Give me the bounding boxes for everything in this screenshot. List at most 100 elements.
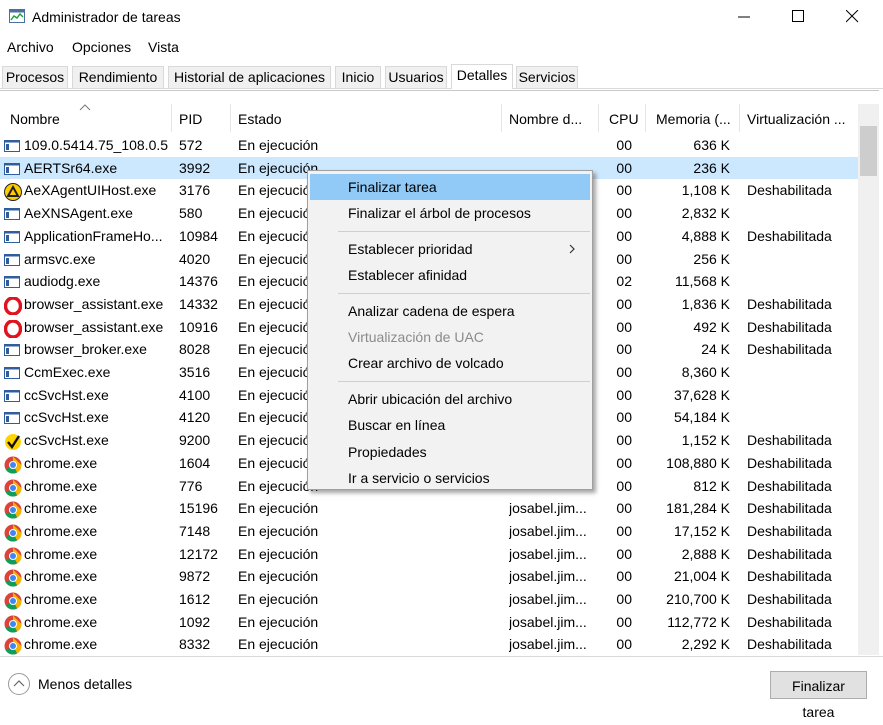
opera-icon — [3, 318, 23, 339]
window-icon — [4, 388, 20, 404]
context-menu-item[interactable]: Establecer prioridad — [310, 236, 590, 262]
context-menu-item[interactable]: Crear archivo de volcado — [310, 350, 590, 376]
cell-estado: En ejecución — [238, 500, 319, 517]
cell-memoria: 492 K — [693, 318, 730, 335]
col-header-pid[interactable]: PID — [179, 104, 229, 132]
cell-nombre: chrome.exe — [24, 477, 98, 494]
cell-cpu: 00 — [616, 318, 632, 335]
maximize-icon — [792, 10, 804, 22]
maximize-button[interactable] — [772, 0, 826, 34]
menu-vista[interactable]: Vista — [148, 39, 179, 55]
window-title: Administrador de tareas — [32, 9, 181, 25]
cell-cpu: 00 — [616, 636, 632, 653]
scrollbar-thumb[interactable] — [860, 126, 877, 176]
cell-pid: 1612 — [179, 591, 211, 607]
context-menu-item[interactable]: Establecer afinidad — [310, 262, 590, 288]
cell-pid: 3516 — [179, 364, 211, 380]
table-row[interactable]: chrome.exe 7148 En ejecución josabel.jim...… — [0, 520, 858, 543]
table-row[interactable]: chrome.exe 15196 En ejecución josabel.jim..… — [0, 497, 858, 520]
cell-virtualizacion: Deshabilitada — [747, 432, 832, 449]
window-icon — [4, 206, 20, 222]
cell-memoria: 54,184 K — [673, 409, 730, 426]
cell-usuario: josabel.jim... — [509, 522, 587, 539]
cell-pid: 8028 — [179, 341, 211, 358]
cell-memoria: 1,108 K — [681, 182, 730, 199]
cell-nombre: chrome.exe — [24, 500, 98, 517]
column-divider[interactable] — [501, 104, 502, 132]
column-divider[interactable] — [645, 104, 646, 132]
cell-nombre: chrome.exe — [24, 545, 98, 562]
column-divider[interactable] — [230, 104, 231, 132]
table-row[interactable]: chrome.exe 1092 En ejecución josabel.jim...… — [0, 611, 858, 634]
context-menu-item[interactable]: Analizar cadena de espera — [310, 298, 590, 324]
less-details-link[interactable]: Menos detalles — [38, 676, 132, 692]
cell-memoria: 1,836 K — [681, 295, 730, 312]
col-header-cpu[interactable]: CPU — [609, 104, 644, 132]
cell-nombre: armsvc.exe — [24, 250, 96, 267]
altiris-agent-icon — [4, 183, 22, 202]
context-menu-item[interactable]: Finalizar tarea — [310, 174, 590, 200]
vertical-scrollbar[interactable] — [858, 104, 879, 655]
cell-pid: 1092 — [179, 613, 211, 630]
tab-procesos[interactable]: Procesos — [2, 66, 68, 88]
column-divider[interactable] — [598, 104, 599, 132]
cell-virtualizacion: Deshabilitada — [747, 477, 832, 494]
menu-archivo[interactable]: Archivo — [7, 39, 54, 55]
col-header-estado[interactable]: Estado — [238, 104, 500, 132]
minimize-button[interactable] — [718, 0, 772, 34]
cell-cpu: 00 — [616, 409, 632, 426]
cell-virtualizacion: Deshabilitada — [747, 295, 832, 312]
col-header-usuario[interactable]: Nombre d... — [509, 104, 597, 132]
cell-memoria: 37,628 K — [673, 386, 730, 403]
context-menu-label: Establecer prioridad — [348, 240, 473, 257]
context-menu-label: Analizar cadena de espera — [348, 302, 515, 319]
column-divider[interactable] — [739, 104, 740, 132]
close-icon — [846, 10, 859, 23]
context-menu-item[interactable]: Ir a servicio o servicios — [310, 465, 590, 491]
cell-cpu: 00 — [616, 477, 632, 494]
cell-virtualizacion: Deshabilitada — [747, 613, 832, 630]
cell-nombre: AeXAgentUIHost.exe — [24, 182, 157, 199]
column-divider[interactable] — [171, 104, 172, 132]
context-menu-item[interactable]: Propiedades — [310, 439, 590, 465]
context-menu-item[interactable]: Abrir ubicación del archivo — [310, 386, 590, 412]
cell-cpu: 00 — [616, 568, 632, 585]
minimize-icon — [738, 16, 750, 18]
window-icon — [4, 365, 20, 381]
cell-pid: 10984 — [179, 227, 218, 244]
cell-pid: 4020 — [179, 250, 211, 267]
tab-usuarios[interactable]: Usuarios — [385, 66, 447, 88]
window-icon — [4, 410, 20, 426]
col-header-virtualizacion[interactable]: Virtualización ... — [747, 104, 857, 132]
cell-nombre: audiodg.exe — [24, 273, 101, 290]
end-task-button[interactable]: Finalizar tarea — [770, 671, 867, 720]
table-row[interactable]: 109.0.5414.75_108.0.5... 572 En ejecución 0… — [0, 134, 858, 157]
table-row[interactable]: chrome.exe 8332 En ejecución josabel.jim...… — [0, 633, 858, 655]
tab-inicio[interactable]: Inicio — [335, 66, 381, 88]
table-row[interactable]: chrome.exe 1612 En ejecución josabel.jim...… — [0, 588, 858, 611]
tab-rendimiento[interactable]: Rendimiento — [72, 66, 164, 88]
tab-historial[interactable]: Historial de aplicaciones — [168, 66, 331, 88]
context-menu-item[interactable]: Finalizar el árbol de procesos — [310, 200, 590, 226]
footer-bar: Menos detalles Finalizar tarea — [0, 656, 883, 720]
menu-opciones[interactable]: Opciones — [72, 39, 131, 55]
window-icon — [4, 252, 20, 268]
context-menu-label: Establecer afinidad — [348, 267, 468, 284]
menu-separator — [338, 230, 590, 232]
table-row[interactable]: chrome.exe 12172 En ejecución josabel.jim..… — [0, 543, 858, 566]
cell-estado: En ejecución — [238, 636, 319, 653]
cell-pid: 580 — [179, 205, 203, 222]
collapse-chevron-icon[interactable] — [8, 673, 30, 695]
tab-detalles[interactable]: Detalles — [451, 64, 513, 89]
table-row[interactable]: chrome.exe 9872 En ejecución josabel.jim...… — [0, 565, 858, 588]
cell-virtualizacion — [747, 406, 857, 429]
cell-cpu: 00 — [616, 591, 632, 607]
col-header-memoria[interactable]: Memoria (... — [656, 104, 738, 132]
cell-cpu: 00 — [616, 522, 632, 539]
context-menu-item[interactable]: Buscar en línea — [310, 412, 590, 438]
tab-servicios[interactable]: Servicios — [516, 66, 578, 88]
close-button[interactable] — [826, 0, 880, 34]
cell-nombre: ccSvcHst.exe — [24, 409, 109, 426]
col-header-nombre[interactable]: Nombre — [10, 104, 170, 132]
cell-pid: 7148 — [179, 522, 211, 539]
